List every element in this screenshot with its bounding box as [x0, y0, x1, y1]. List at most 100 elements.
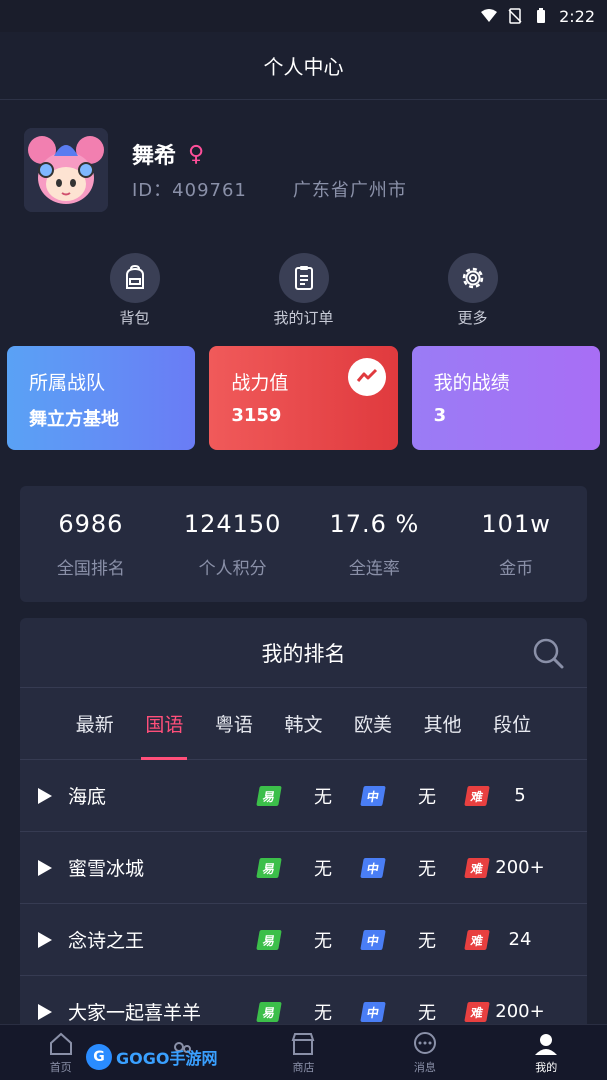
quick-actions: 背包 我的订单 更多	[0, 240, 607, 340]
stat-label: 全连率	[348, 558, 400, 579]
backpack-button[interactable]: 背包	[85, 252, 185, 328]
avatar-image	[24, 128, 108, 212]
more-label: 更多	[457, 308, 488, 327]
song-row[interactable]: 海底 易 无 中 无 难 5	[20, 760, 587, 832]
avatar[interactable]	[24, 128, 108, 212]
power-card[interactable]: 战力值 3159	[209, 346, 398, 450]
tab-latest[interactable]: 最新	[72, 688, 118, 760]
nav-home-label: 首页	[49, 1060, 72, 1074]
mid-level: 中 无	[360, 855, 466, 881]
easy-badge: 易	[256, 1001, 282, 1022]
team-card[interactable]: 所属战队 舞立方基地	[7, 346, 196, 450]
easy-value: 无	[314, 930, 332, 952]
status-bar: 2:22	[0, 0, 607, 32]
stat-full-combo-rate: 17.6 % 全连率	[304, 510, 446, 579]
user-icon	[535, 1033, 558, 1055]
no-sim-icon	[508, 8, 522, 24]
song-name: 念诗之王	[68, 930, 145, 952]
profile-meta: ID：409761 广东省广州市	[132, 176, 407, 202]
page-header: 个人中心	[0, 32, 607, 100]
hard-badge: 难	[464, 929, 490, 950]
tab-korean[interactable]: 韩文	[280, 688, 326, 760]
tab-cantonese[interactable]: 粤语	[211, 688, 257, 760]
watermark-logo: G GOGO手游网	[86, 1044, 217, 1070]
tab-other[interactable]: 其他	[420, 688, 466, 760]
home-icon	[49, 1032, 72, 1055]
easy-level: 易 无	[256, 927, 362, 953]
backpack-icon-wrap	[109, 252, 160, 303]
hard-value: 24	[508, 929, 532, 950]
more-button[interactable]: 更多	[423, 252, 523, 328]
song-name: 大家一起喜羊羊	[68, 1002, 202, 1024]
profile-name-row: 舞希 ♀	[132, 138, 407, 170]
watermark-icon: G	[86, 1044, 112, 1070]
play-icon[interactable]	[38, 1003, 52, 1020]
mid-value: 无	[418, 930, 436, 952]
message-icon	[413, 1031, 436, 1054]
easy-level: 易 无	[256, 783, 362, 809]
gear-icon	[462, 267, 483, 288]
easy-value: 无	[314, 858, 332, 880]
mid-value: 无	[418, 1002, 436, 1024]
summary-cards: 所属战队 舞立方基地 战力值 3159 我的战绩 3	[0, 346, 607, 450]
play-icon[interactable]	[38, 859, 52, 876]
stat-value: 17.6 %	[329, 509, 420, 538]
song-row[interactable]: 念诗之王 易 无 中 无 难 24	[20, 904, 587, 976]
stat-points: 124150 个人积分	[162, 510, 304, 579]
stat-national-rank: 6986 全国排名	[20, 510, 162, 579]
tab-western[interactable]: 欧美	[350, 688, 396, 760]
clipboard-icon-wrap	[278, 252, 329, 303]
hard-badge: 难	[464, 857, 490, 878]
nav-store-label: 商店	[292, 1060, 315, 1074]
profile-section: 舞希 ♀ ID：409761 广东省广州市	[0, 100, 607, 240]
female-icon: ♀	[188, 141, 205, 167]
song-row[interactable]: 蜜雪冰城 易 无 中 无 难 200+	[20, 832, 587, 904]
hard-value: 200+	[495, 857, 545, 878]
page-title: 个人中心	[263, 55, 344, 79]
easy-badge: 易	[256, 929, 282, 950]
orders-label: 我的订单	[273, 308, 334, 327]
mid-level: 中 无	[360, 783, 466, 809]
play-icon[interactable]	[38, 931, 52, 948]
mid-level: 中 无	[360, 999, 466, 1025]
stat-label: 金币	[499, 558, 534, 579]
ranking-header: 我的排名	[20, 618, 587, 688]
store-icon	[292, 1032, 315, 1055]
stat-label: 个人积分	[198, 558, 267, 579]
hard-level: 难 5	[464, 785, 570, 806]
play-icon[interactable]	[38, 787, 52, 804]
profile-info: 舞希 ♀ ID：409761 广东省广州市	[132, 138, 407, 202]
mid-value: 无	[418, 858, 436, 880]
gear-icon-wrap	[447, 252, 498, 303]
profile-id: ID：409761	[132, 180, 247, 201]
team-card-value: 舞立方基地	[29, 409, 119, 430]
power-card-value: 3159	[231, 405, 282, 426]
status-time: 2:22	[559, 6, 595, 26]
record-card[interactable]: 我的战绩 3	[411, 346, 600, 450]
tab-tier[interactable]: 段位	[489, 688, 535, 760]
stat-coins: 101w 金币	[445, 510, 587, 579]
easy-badge: 易	[256, 857, 282, 878]
mid-badge: 中	[360, 1001, 386, 1022]
hard-level: 难 24	[464, 929, 570, 950]
mid-badge: 中	[360, 929, 386, 950]
search-icon[interactable]	[531, 636, 565, 670]
backpack-label: 背包	[119, 308, 150, 327]
nav-store[interactable]: 商店	[263, 1031, 343, 1075]
easy-badge: 易	[256, 785, 282, 806]
nav-me[interactable]: 我的	[506, 1031, 586, 1075]
easy-value: 无	[314, 786, 332, 808]
orders-button[interactable]: 我的订单	[254, 252, 354, 328]
stats-panel: 6986 全国排名 124150 个人积分 17.6 % 全连率 101w 金币	[20, 486, 587, 602]
record-card-title: 我的战绩	[433, 372, 510, 394]
wifi-icon	[481, 9, 498, 22]
mid-badge: 中	[360, 857, 386, 878]
hard-value: 5	[514, 785, 526, 806]
nav-me-label: 我的	[535, 1060, 558, 1074]
easy-level: 易 无	[256, 999, 362, 1025]
hard-badge: 难	[464, 785, 490, 806]
stat-value: 6986	[58, 509, 124, 538]
tab-mandarin[interactable]: 国语	[141, 688, 188, 760]
nav-messages[interactable]: 消息	[385, 1031, 465, 1075]
profile-name: 舞希	[132, 144, 177, 169]
